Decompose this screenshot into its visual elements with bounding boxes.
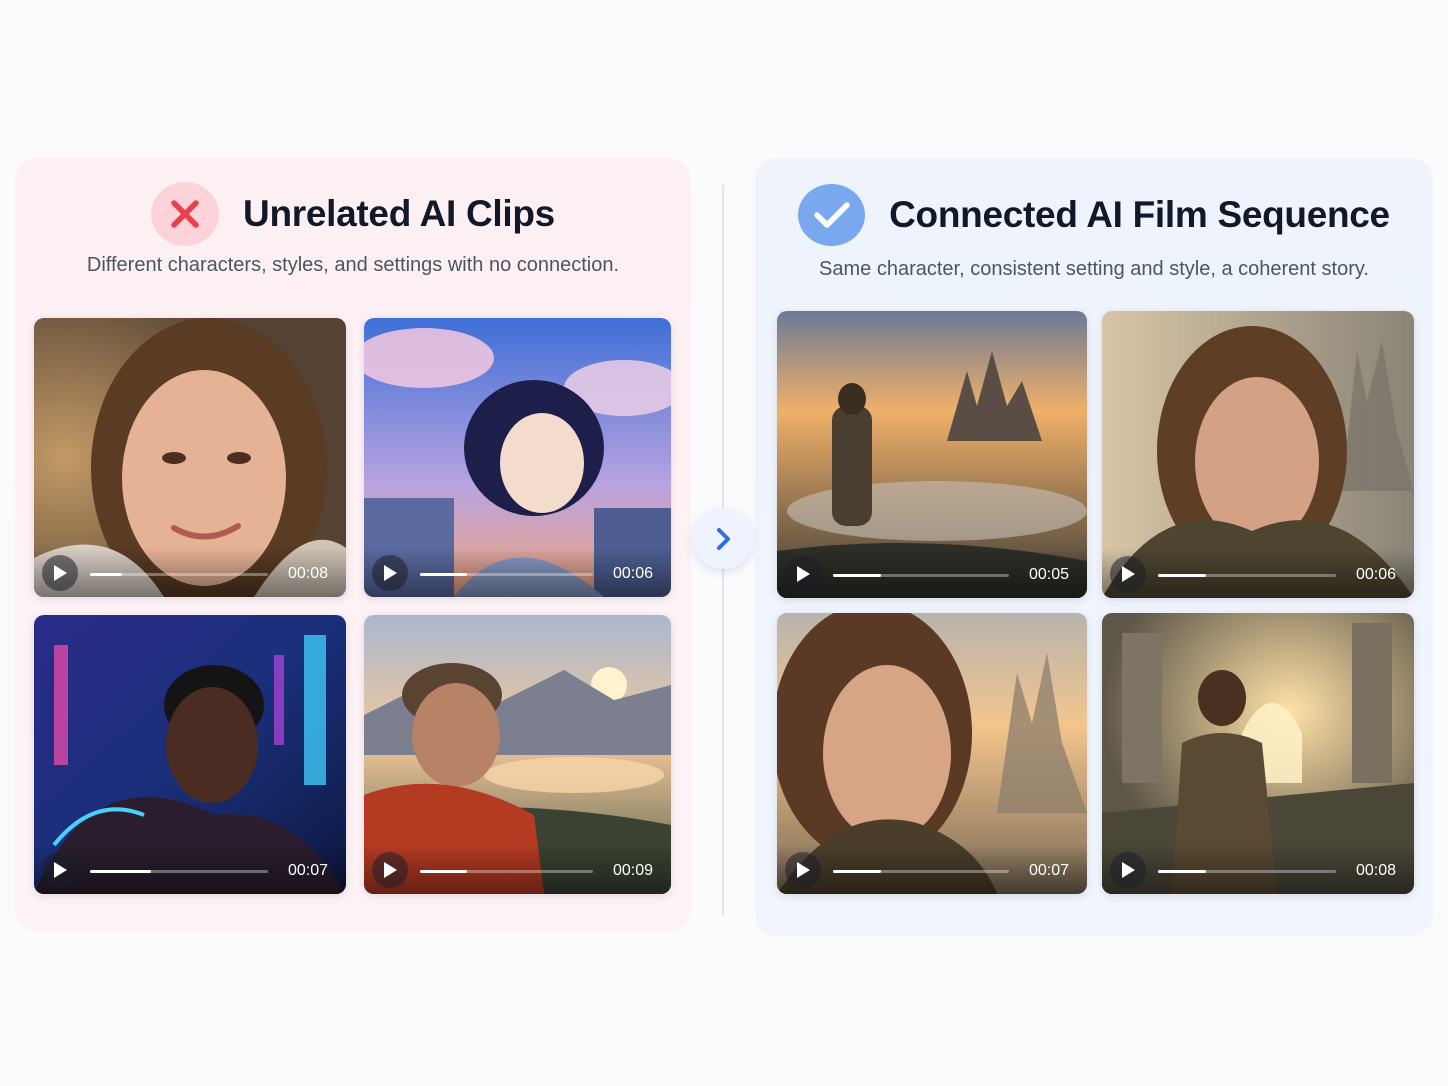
- video-clip-anime-girl[interactable]: 00:06: [364, 318, 671, 597]
- panel-subtitle: Same character, consistent setting and s…: [819, 258, 1369, 280]
- play-icon: [797, 862, 810, 878]
- check-icon: [798, 184, 866, 246]
- clip-duration: 00:08: [287, 565, 328, 582]
- clip-duration: 00:09: [612, 862, 653, 879]
- play-icon: [797, 566, 810, 582]
- play-button[interactable]: [372, 555, 408, 591]
- progress-fill: [90, 870, 151, 873]
- play-icon: [1122, 566, 1135, 582]
- panel-title: Connected AI Film Sequence: [889, 194, 1390, 235]
- play-button[interactable]: [785, 852, 821, 888]
- progress-bar[interactable]: [90, 573, 268, 576]
- clip-duration: 00:06: [612, 565, 653, 582]
- clip-duration: 00:07: [1028, 862, 1069, 879]
- clip-duration: 00:07: [287, 862, 328, 879]
- progress-fill: [420, 870, 467, 873]
- progress-bar[interactable]: [833, 870, 1009, 873]
- play-button[interactable]: [42, 852, 78, 888]
- video-clip-traveler-closeup[interactable]: 00:06: [1102, 311, 1414, 598]
- play-button[interactable]: [42, 555, 78, 591]
- chevron-right-icon: [717, 528, 730, 550]
- progress-fill: [90, 573, 123, 576]
- panel-title: Unrelated AI Clips: [243, 193, 555, 234]
- progress-bar[interactable]: [1158, 870, 1336, 873]
- video-clip-cyberpunk-man[interactable]: 00:07: [34, 615, 346, 894]
- progress-fill: [420, 573, 467, 576]
- video-clip-traveler-castle-view[interactable]: 00:05: [777, 311, 1087, 598]
- play-icon: [54, 862, 67, 878]
- x-icon: [151, 182, 220, 246]
- play-icon: [384, 565, 397, 581]
- video-clip-traveler-ruins[interactable]: 00:08: [1102, 613, 1414, 894]
- progress-bar[interactable]: [1158, 574, 1336, 577]
- play-icon: [54, 565, 67, 581]
- progress-bar[interactable]: [833, 574, 1009, 577]
- clip-duration: 00:08: [1355, 862, 1396, 879]
- panel-header: Connected AI Film Sequence: [755, 184, 1433, 246]
- next-arrow-button[interactable]: [693, 509, 753, 569]
- play-icon: [384, 862, 397, 878]
- progress-bar[interactable]: [420, 573, 593, 576]
- play-button[interactable]: [1110, 556, 1146, 592]
- clip-duration: 00:06: [1355, 566, 1396, 583]
- progress-fill: [833, 574, 881, 577]
- play-button[interactable]: [372, 852, 408, 888]
- play-icon: [1122, 862, 1135, 878]
- progress-fill: [1158, 870, 1207, 873]
- clip-duration: 00:05: [1028, 566, 1069, 583]
- video-clip-portrait-woman[interactable]: 00:08: [34, 318, 346, 597]
- progress-fill: [1158, 574, 1207, 577]
- progress-bar[interactable]: [420, 870, 593, 873]
- progress-bar[interactable]: [90, 870, 268, 873]
- panel-header: Unrelated AI Clips: [15, 182, 691, 246]
- play-button[interactable]: [785, 556, 821, 592]
- video-clip-hiker[interactable]: 00:09: [364, 615, 671, 894]
- play-button[interactable]: [1110, 852, 1146, 888]
- panel-subtitle: Different characters, styles, and settin…: [86, 254, 620, 276]
- progress-fill: [833, 870, 881, 873]
- video-clip-traveler-profile[interactable]: 00:07: [777, 613, 1087, 894]
